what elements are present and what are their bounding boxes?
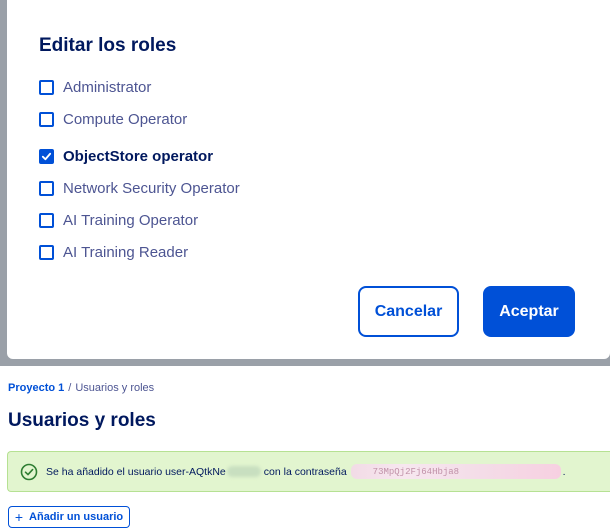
redacted-password: 73MpQj2Fj64Hbja8 (350, 464, 561, 479)
role-label: Compute Operator (63, 110, 188, 128)
page-title: Usuarios y roles (8, 410, 156, 431)
breadcrumb-project-link[interactable]: Proyecto 1 (8, 382, 64, 394)
dialog-title: Editar los roles (39, 35, 177, 56)
checkbox[interactable] (39, 180, 54, 196)
accept-button[interactable]: Aceptar (483, 286, 575, 337)
role-option-network-security-operator[interactable]: Network Security Operator (39, 178, 339, 198)
success-alert: Se ha añadido el usuario user-AQtkNe con… (7, 451, 610, 492)
checkbox[interactable] (39, 111, 54, 127)
role-label: AI Training Operator (63, 211, 199, 229)
role-label: AI Training Reader (63, 243, 189, 261)
add-user-label: Añadir un usuario (29, 511, 124, 523)
alert-message: Se ha añadido el usuario user-AQtkNe con… (46, 464, 566, 479)
breadcrumb-separator: / (68, 382, 72, 394)
role-option-ai-training-operator[interactable]: AI Training Operator (39, 210, 339, 230)
checkbox[interactable] (39, 79, 54, 95)
alert-text-prefix: Se ha añadido el usuario user-AQtkNe (46, 465, 226, 478)
role-label: ObjectStore operator (63, 147, 214, 165)
breadcrumb-current: Usuarios y roles (75, 382, 155, 394)
role-option-compute-operator[interactable]: Compute Operator (39, 109, 339, 129)
role-label: Administrator (63, 78, 152, 96)
add-user-button[interactable]: + Añadir un usuario (8, 506, 130, 528)
redacted-username (226, 466, 261, 477)
password-partial: 73MpQj2Fj64Hbja8 (372, 466, 460, 477)
alert-text-middle: con la contraseña (263, 465, 347, 478)
plus-icon: + (14, 509, 24, 525)
breadcrumb: Proyecto 1 / Usuarios y roles (8, 382, 154, 394)
check-circle-icon (20, 463, 38, 480)
alert-text-suffix: . (562, 465, 566, 478)
role-label: Network Security Operator (63, 179, 240, 197)
checkbox[interactable] (39, 244, 54, 260)
edit-roles-dialog: Editar los roles Administrator Compute O… (7, 0, 610, 359)
checkbox[interactable] (39, 212, 54, 228)
role-option-administrator[interactable]: Administrator (39, 77, 339, 97)
role-option-ai-training-reader[interactable]: AI Training Reader (39, 242, 339, 262)
cancel-button[interactable]: Cancelar (358, 286, 459, 337)
checkmark-icon (41, 152, 52, 160)
checkbox-checked[interactable] (39, 148, 54, 164)
role-option-objectstore-operator[interactable]: ObjectStore operator (39, 146, 339, 166)
